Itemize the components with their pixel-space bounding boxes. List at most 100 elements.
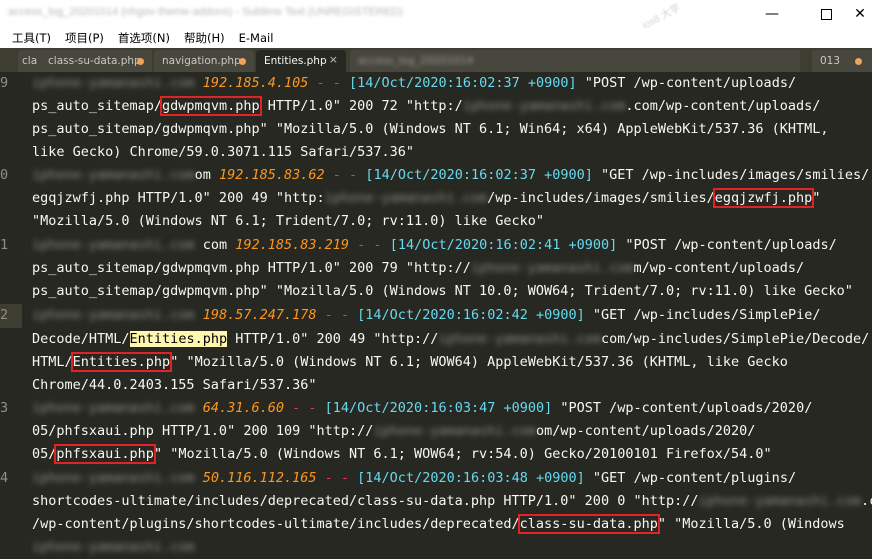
blurred-host: iphone-yamanashi.com bbox=[470, 260, 634, 276]
close-window-button[interactable]: ✕ bbox=[840, 0, 872, 28]
tab-partial-right[interactable]: 013 bbox=[812, 50, 872, 72]
code-text: com bbox=[202, 237, 228, 253]
ip-address: 50.116.112.165 bbox=[202, 470, 317, 486]
code-line: Chrome/44.0.2403.155 Safari/537.36" bbox=[32, 377, 317, 393]
line-number: 3 bbox=[0, 400, 9, 416]
tab-class-su-data[interactable]: class-su-data.php bbox=[40, 50, 152, 72]
code-line: HTML/Entities.php" "Mozilla/5.0 (Windows… bbox=[32, 351, 788, 374]
code-text: HTTP/1.0" 200 49 "http:// bbox=[227, 331, 439, 347]
menu-preferences[interactable]: 首选项(N) bbox=[104, 30, 170, 46]
code-line: Decode/HTML/Entities.php HTTP/1.0" 200 4… bbox=[32, 328, 869, 351]
request-text: "POST /wp-content/uploads/2020/ bbox=[552, 400, 813, 416]
code-text: .com bbox=[861, 493, 872, 509]
highlighted-filename: class-su-data.php bbox=[517, 514, 660, 534]
code-text: com/wp-includes/SimplePie/Decode/ bbox=[600, 331, 870, 347]
timestamp: [14/Oct/2020:16:03:47 +0900] bbox=[324, 400, 553, 416]
modified-dot-icon bbox=[239, 58, 246, 65]
tab-label: access_log_20201014 bbox=[358, 55, 474, 67]
window-title: access_log_20201014 (nhgov-theme-addons)… bbox=[8, 6, 403, 18]
code-line: ps_auto_sitemap/gdwpmqvm.php HTTP/1.0" 2… bbox=[32, 257, 804, 280]
timestamp: [14/Oct/2020:16:02:37 +0900] bbox=[365, 167, 593, 183]
code-text: .com/wp-content/uploads/ bbox=[625, 98, 821, 114]
code-line: ps_auto_sitemap/gdwpmqvm.php HTTP/1.0" 2… bbox=[32, 95, 820, 118]
minimize-icon: — bbox=[765, 6, 779, 22]
line-number: 9 bbox=[0, 75, 9, 91]
highlighted-filename: egqjzwfj.php bbox=[712, 188, 815, 208]
code-text: om/wp-content/uploads/2020/ bbox=[535, 423, 756, 439]
request-text: "POST /wp-content/uploads/ bbox=[576, 75, 797, 91]
ip-address: 198.57.247.178 bbox=[202, 307, 317, 323]
code-text: " "Mozilla/5.0 (Windows bbox=[657, 516, 845, 532]
code-text: shortcodes-ultimate/includes/deprecated/… bbox=[32, 493, 699, 509]
blurred-host: iphone-yamanashi.com bbox=[32, 75, 195, 91]
tab-access-log[interactable]: access_log_20201014 bbox=[350, 50, 800, 72]
blurred-host: iphone-yamanashi.com bbox=[32, 237, 195, 253]
menu-project[interactable]: 项目(P) bbox=[51, 30, 104, 46]
ip-address: 192.185.83.62 bbox=[218, 167, 325, 183]
code-line: iphone-yamanashi.com 198.57.247.178 - - … bbox=[32, 307, 821, 323]
code-text: 05/ bbox=[32, 446, 57, 462]
timestamp: [14/Oct/2020:16:03:48 +0900] bbox=[357, 470, 585, 486]
code-line: iphone-yamanashi.comom 192.185.83.62 - -… bbox=[32, 167, 870, 183]
request-text: "GET /wp-includes/SimplePie/ bbox=[584, 307, 821, 323]
editor-pane[interactable]: 9 0 1 2 3 4 iphone-yamanashi.com 192.185… bbox=[0, 72, 872, 555]
code-line: iphone-yamanashi.com 64.31.6.60 - - [14/… bbox=[32, 400, 813, 416]
ip-address: 192.185.4.105 bbox=[202, 75, 309, 91]
ip-address: 64.31.6.60 bbox=[202, 400, 284, 416]
line-number: 2 bbox=[0, 307, 9, 323]
tab-label: 013 bbox=[820, 55, 841, 67]
tab-navigation[interactable]: navigation.php bbox=[154, 50, 254, 72]
tab-partial-left[interactable]: cla bbox=[18, 50, 40, 72]
blurred-host: iphone-yamanashi.com bbox=[438, 331, 601, 347]
request-text: "GET /wp-includes/images/smilies/ bbox=[592, 167, 870, 183]
code-line: shortcodes-ultimate/includes/deprecated/… bbox=[32, 490, 872, 513]
blurred-host: iphone-yamanashi.com bbox=[32, 539, 195, 555]
code-line: 05/phfsxaui.php" "Mozilla/5.0 (Windows N… bbox=[32, 443, 772, 466]
timestamp: [14/Oct/2020:16:02:41 +0900] bbox=[389, 237, 618, 253]
tab-label: cla bbox=[22, 55, 38, 67]
request-text: "GET /wp-content/plugins/ bbox=[584, 470, 797, 486]
code-text: 05/phfsxaui.php HTTP/1.0" 200 109 "http:… bbox=[32, 423, 374, 439]
ip-address: 192.185.83.219 bbox=[235, 237, 350, 253]
timestamp: [14/Oct/2020:16:02:37 +0900] bbox=[349, 75, 577, 91]
modified-dot-icon bbox=[137, 58, 144, 65]
tab-close-icon[interactable]: × bbox=[329, 53, 338, 66]
code-line: iphone-yamanashi.com 50.116.112.165 - - … bbox=[32, 470, 797, 486]
blurred-host: iphone-yamanashi.com bbox=[373, 423, 536, 439]
line-number: 1 bbox=[0, 237, 9, 253]
line-number: 0 bbox=[0, 167, 9, 183]
blurred-host: iphone-yamanashi.com bbox=[462, 98, 626, 114]
tab-bar: cla class-su-data.php navigation.php Ent… bbox=[0, 48, 872, 72]
code-text: Decode/HTML/ bbox=[32, 331, 130, 347]
code-text: ps_auto_sitemap/gdwpmqvm.php HTTP/1.0" 2… bbox=[32, 260, 471, 276]
blurred-host: iphone-yamanashi.com bbox=[32, 470, 195, 486]
maximize-icon bbox=[820, 8, 832, 20]
menu-tools[interactable]: 工具(T) bbox=[0, 30, 51, 46]
highlighted-filename: Entities.php bbox=[70, 352, 173, 372]
blurred-host: iphone-yamanashi.com bbox=[32, 400, 195, 416]
selected-text: Entities.php bbox=[129, 331, 228, 347]
code-line: like Gecko) Chrome/59.0.3071.115 Safari/… bbox=[32, 144, 415, 160]
line-number: 4 bbox=[0, 470, 9, 486]
code-line: iphone-yamanashi.com bbox=[32, 536, 195, 559]
code-line: egqjzwfj.php HTTP/1.0" 200 49 "http:ipho… bbox=[32, 187, 820, 210]
code-text: m/wp-content/uploads/ bbox=[633, 260, 805, 276]
code-line: ps_auto_sitemap/gdwpmqvm.php" "Mozilla/5… bbox=[32, 283, 853, 299]
code-text: /wp-content/plugins/shortcodes-ultimate/… bbox=[32, 516, 520, 532]
code-text: egqjzwfj.php HTTP/1.0" 200 49 "http: bbox=[32, 190, 325, 206]
tab-entities[interactable]: Entities.php × bbox=[256, 50, 346, 72]
menu-bar: 工具(T) 项目(P) 首选项(N) 帮助(H) E-Mail bbox=[0, 28, 872, 48]
code-text: om bbox=[194, 167, 211, 183]
code-text: /wp-includes/images/smilies/ bbox=[487, 190, 715, 206]
minimize-button[interactable]: — bbox=[752, 0, 792, 28]
watermark: ios8 大学 bbox=[640, 2, 683, 32]
timestamp: [14/Oct/2020:16:02:42 +0900] bbox=[357, 307, 585, 323]
code-text: HTML/ bbox=[32, 354, 73, 370]
tab-label: navigation.php bbox=[162, 55, 241, 67]
code-line: "Mozilla/5.0 (Windows NT 6.1; Trident/7.… bbox=[32, 213, 545, 229]
blurred-host: iphone-yamanashi.com bbox=[32, 167, 195, 183]
tab-label: class-su-data.php bbox=[48, 55, 141, 67]
menu-email[interactable]: E-Mail bbox=[225, 31, 274, 45]
code-line: ps_auto_sitemap/gdwpmqvm.php" "Mozilla/5… bbox=[32, 121, 829, 137]
menu-help[interactable]: 帮助(H) bbox=[170, 30, 225, 46]
